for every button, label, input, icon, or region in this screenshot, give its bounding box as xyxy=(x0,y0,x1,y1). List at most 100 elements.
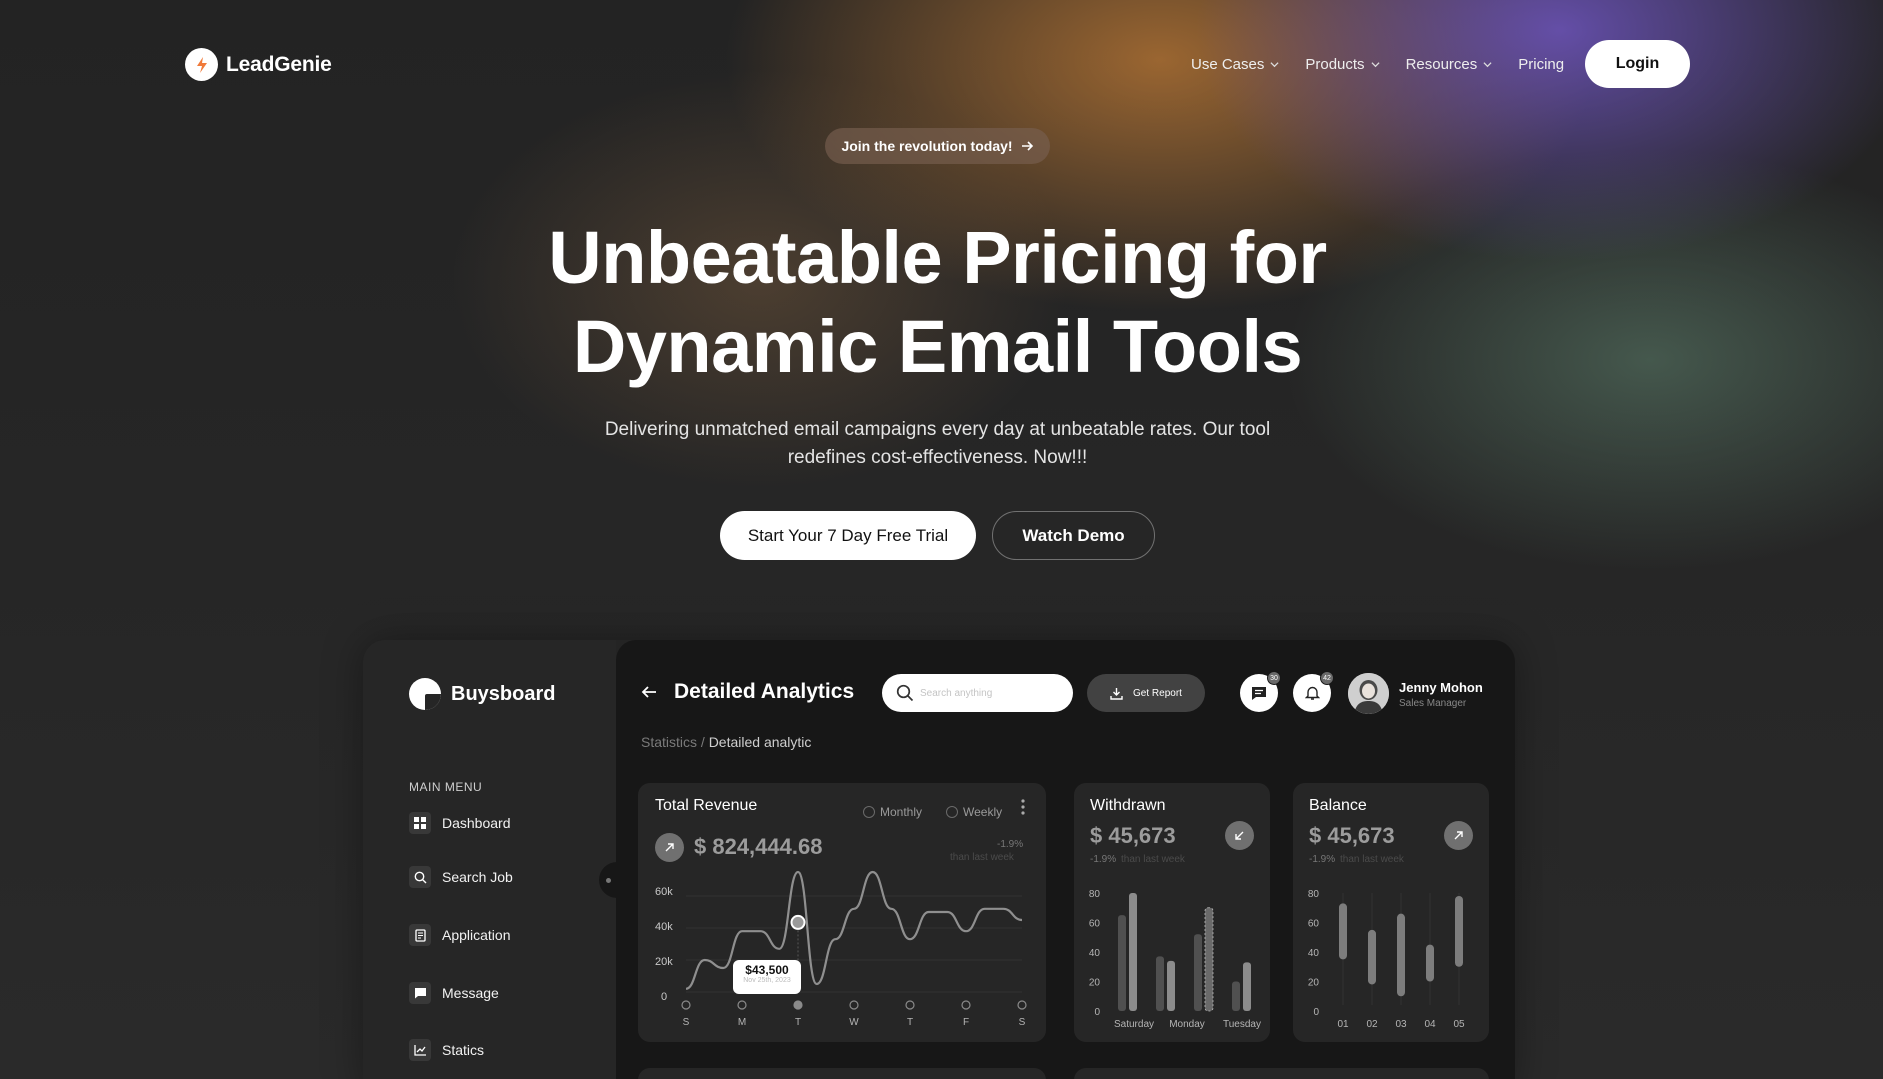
get-report-label: Get Report xyxy=(1133,687,1182,699)
sidebar-item-label: Statics xyxy=(442,1042,485,1058)
bolt-icon xyxy=(185,48,218,81)
sidebar-item-search-job[interactable]: Search Job xyxy=(409,866,513,888)
start-trial-button[interactable]: Start Your 7 Day Free Trial xyxy=(720,511,976,560)
message-icon xyxy=(409,982,431,1004)
sidebar-item-label: Message xyxy=(442,985,499,1001)
tooltip-date: Nov 25th, 2023 xyxy=(743,977,791,984)
nav-label: Use Cases xyxy=(1191,55,1265,73)
bar xyxy=(1167,960,1175,1011)
x-tick-label: Tuesday xyxy=(1223,1019,1261,1030)
chevron-down-icon xyxy=(1483,61,1492,67)
messages-button[interactable]: 30 xyxy=(1240,671,1281,712)
day-marker xyxy=(737,1000,747,1010)
announcement-pill[interactable]: Join the revolution today! xyxy=(825,128,1050,164)
day-marker xyxy=(849,1000,859,1010)
breadcrumb-parent[interactable]: Statistics xyxy=(641,734,697,750)
chat-icon xyxy=(1252,686,1266,700)
nav-resources[interactable]: Resources xyxy=(1406,52,1493,76)
grid-icon xyxy=(409,812,431,834)
hero-title-line-2: Dynamic Email Tools xyxy=(572,305,1303,388)
y-tick-label: 0 xyxy=(1094,1007,1100,1018)
hero-subtitle-line-2: redefines cost-effectiveness. Now!!! xyxy=(787,447,1088,468)
search-icon xyxy=(409,866,431,888)
bar xyxy=(1194,934,1202,1011)
notifications-badge: 42 xyxy=(1320,671,1334,685)
x-tick-label: 02 xyxy=(1366,1019,1378,1030)
dashboard-app-name: Buysboard xyxy=(451,682,556,705)
chevron-down-icon xyxy=(1270,61,1279,67)
sidebar-item-application[interactable]: Application xyxy=(409,924,511,946)
search-bar[interactable] xyxy=(882,674,1073,712)
nav-label: Resources xyxy=(1405,55,1478,73)
sidebar-item-label: Dashboard xyxy=(442,815,511,831)
search-input[interactable] xyxy=(920,687,1060,699)
get-report-button[interactable]: Get Report xyxy=(1087,674,1205,712)
arrow-left-icon[interactable] xyxy=(640,684,658,700)
nav-products[interactable]: Products xyxy=(1305,52,1380,76)
x-tick-label: Monday xyxy=(1169,1019,1205,1030)
x-tick-label: 01 xyxy=(1337,1019,1349,1030)
handle-dot xyxy=(605,877,611,883)
x-tick-label: F xyxy=(963,1017,969,1028)
day-marker xyxy=(793,1000,803,1010)
x-tick-label: W xyxy=(849,1017,859,1028)
nav-label: Products xyxy=(1305,55,1365,73)
hero-subtitle: Delivering unmatched email campaigns eve… xyxy=(590,416,1285,472)
watch-demo-button[interactable]: Watch Demo xyxy=(992,511,1155,560)
menu-section-title: MAIN MENU xyxy=(409,780,483,794)
nav-label: Pricing xyxy=(1518,55,1565,73)
y-tick-label: 40 xyxy=(1308,948,1320,959)
range-bar xyxy=(1339,903,1347,960)
x-tick-label: Saturday xyxy=(1114,1019,1154,1030)
day-marker xyxy=(681,1000,691,1010)
hero-title-line-1: Unbeatable Pricing for xyxy=(548,216,1327,299)
bar xyxy=(1129,893,1137,1011)
sidebar-item-message[interactable]: Message xyxy=(409,982,499,1004)
x-tick-label: S xyxy=(683,1017,690,1028)
breadcrumb-separator: / xyxy=(697,734,709,750)
document-icon xyxy=(409,924,431,946)
tooltip-value: $43,500 xyxy=(745,963,789,977)
range-bar xyxy=(1426,944,1434,982)
chart-icon xyxy=(409,1039,431,1061)
nav-use-cases[interactable]: Use Cases xyxy=(1191,52,1279,76)
lower-card-left xyxy=(638,1068,1046,1079)
y-tick-label: 20 xyxy=(1089,978,1101,989)
bar xyxy=(1204,907,1214,1012)
user-name: Jenny Mohon xyxy=(1399,680,1483,695)
download-icon xyxy=(1110,687,1123,700)
withdrawn-bar-chart: 0 20 40 60 80 Saturday Monday Tuesday xyxy=(1089,889,1261,1030)
x-tick-label: 03 xyxy=(1395,1019,1407,1030)
user-role: Sales Manager xyxy=(1399,698,1467,709)
dashboard-brand[interactable]: Buysboard xyxy=(409,678,555,710)
dashboard-main: Detailed Analytics Get Report 30 42 Jen xyxy=(616,640,1515,1079)
pill-text: Join the revolution today! xyxy=(841,138,1013,154)
login-button[interactable]: Login xyxy=(1585,40,1690,88)
bar xyxy=(1156,956,1164,1011)
revenue-line-chart: SMTWTFS xyxy=(681,870,1027,1028)
sidebar-collapse-handle[interactable] xyxy=(599,862,617,898)
buysboard-logo-icon xyxy=(409,678,441,710)
nav-pricing[interactable]: Pricing xyxy=(1518,52,1564,76)
y-tick-label: 20 xyxy=(1308,978,1320,989)
sidebar-item-statics[interactable]: Statics xyxy=(409,1039,484,1061)
total-revenue-card: Total Revenue Monthly Weekly $ 824,444.6… xyxy=(638,783,1046,1042)
dashboard-sidebar: Buysboard MAIN MENU Dashboard Search Job… xyxy=(363,640,617,1079)
avatar[interactable] xyxy=(1348,673,1389,714)
day-marker xyxy=(905,1000,915,1010)
sidebar-item-label: Application xyxy=(442,927,511,943)
x-tick-label: T xyxy=(795,1017,801,1028)
day-marker xyxy=(1017,1000,1027,1010)
x-tick-label: S xyxy=(1019,1017,1026,1028)
dashboard-preview: Buysboard MAIN MENU Dashboard Search Job… xyxy=(363,640,1515,1079)
bell-icon xyxy=(1304,686,1320,700)
sidebar-item-label: Search Job xyxy=(442,869,513,885)
chart-tooltip: $43,500 Nov 25th, 2023 xyxy=(733,960,801,994)
notifications-button[interactable]: 42 xyxy=(1293,671,1334,712)
breadcrumb-current: Detailed analytic xyxy=(708,734,812,750)
brand-logo[interactable]: LeadGenie xyxy=(185,48,332,81)
main-nav: Use Cases Products Resources Pricing xyxy=(1191,52,1564,76)
balance-range-chart: 0 20 40 60 80 01 02 03 04 05 xyxy=(1308,889,1465,1030)
y-tick-label: 40 xyxy=(1089,948,1101,959)
sidebar-item-dashboard[interactable]: Dashboard xyxy=(409,812,511,834)
